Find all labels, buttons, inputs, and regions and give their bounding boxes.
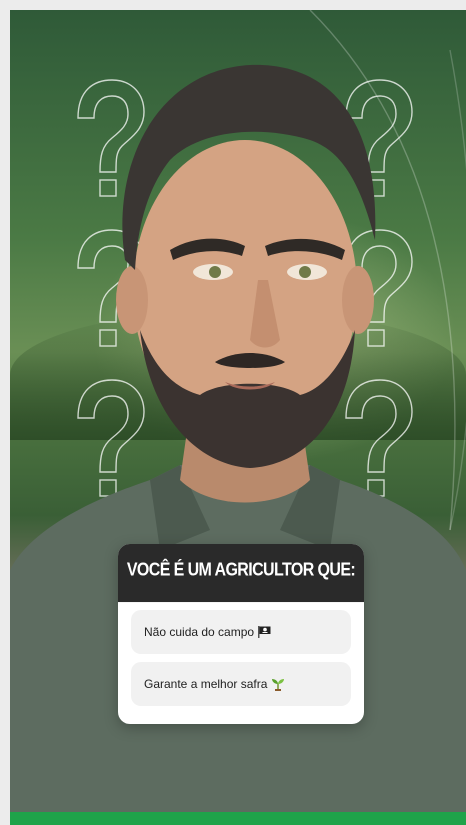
poll-option-2[interactable]: Garante a melhor safra: [131, 662, 351, 706]
pirate-flag-icon: [258, 626, 271, 638]
ear-left: [116, 266, 148, 334]
poll-options: Não cuida do campo Garante a melhor safr…: [118, 598, 364, 706]
brand-accent-bar: [10, 812, 466, 825]
ear-right: [342, 266, 374, 334]
poll-option-label: Garante a melhor safra: [144, 677, 268, 691]
poll-option-label: Não cuida do campo: [144, 625, 255, 639]
poll-question: VOCÊ É UM AGRICULTOR QUE:: [118, 544, 364, 603]
poll-option-1[interactable]: Não cuida do campo: [131, 610, 351, 654]
poll-sticker: VOCÊ É UM AGRICULTOR QUE: Não cuida do c…: [118, 544, 364, 724]
seedling-icon: [271, 678, 285, 691]
story-canvas: VOCÊ É UM AGRICULTOR QUE: Não cuida do c…: [10, 10, 466, 825]
